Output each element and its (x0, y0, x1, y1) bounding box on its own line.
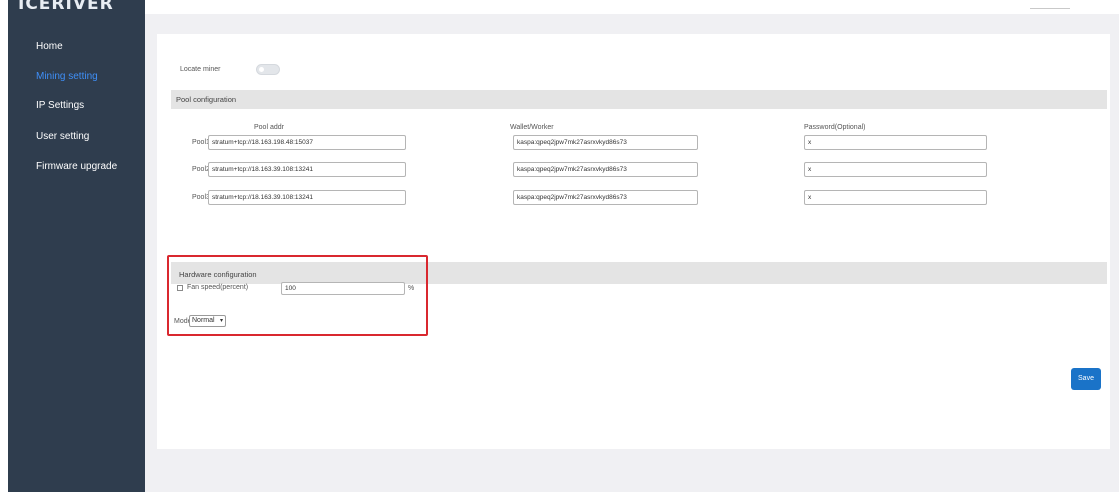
pool1-password-input[interactable] (804, 135, 987, 150)
sidebar-item-ip-settings[interactable]: IP Settings (36, 100, 84, 111)
top-menu-button[interactable] (1030, 5, 1070, 9)
pool1-wallet-input[interactable] (513, 135, 698, 150)
top-bar (145, 0, 1119, 14)
pool-config-header: Pool configuration (171, 90, 1107, 109)
brand-name: ICERIVER (18, 0, 114, 14)
hardware-config-highlight (167, 255, 428, 336)
pool2-password-input[interactable] (804, 162, 987, 177)
pool-config-title: Pool configuration (176, 95, 237, 104)
locate-miner-toggle[interactable] (256, 64, 280, 75)
pool3-password-input[interactable] (804, 190, 987, 205)
pool1-addr-input[interactable] (208, 135, 406, 150)
sidebar-item-firmware-upgrade[interactable]: Firmware upgrade (36, 161, 117, 172)
sidebar-item-user-setting[interactable]: User setting (36, 131, 89, 142)
pool2-addr-input[interactable] (208, 162, 406, 177)
pool2-wallet-input[interactable] (513, 162, 698, 177)
app-window: ICERIVER Home Mining setting IP Settings… (0, 0, 1119, 492)
save-button[interactable]: Save (1071, 368, 1101, 390)
password-column-header: Password(Optional) (804, 124, 866, 131)
brand-logo: ICERIVER (8, 0, 145, 20)
sidebar: ICERIVER Home Mining setting IP Settings… (8, 0, 145, 492)
settings-card: Locate miner Pool configuration Pool add… (157, 34, 1110, 449)
wallet-column-header: Wallet/Worker (510, 124, 554, 131)
pool-addr-column-header: Pool addr (254, 124, 284, 131)
pool3-wallet-input[interactable] (513, 190, 698, 205)
main-content: Locate miner Pool configuration Pool add… (145, 14, 1119, 492)
pool3-addr-input[interactable] (208, 190, 406, 205)
locate-miner-label: Locate miner (180, 66, 221, 73)
sidebar-item-home[interactable]: Home (36, 41, 63, 52)
sidebar-item-mining-setting[interactable]: Mining setting (36, 71, 98, 82)
